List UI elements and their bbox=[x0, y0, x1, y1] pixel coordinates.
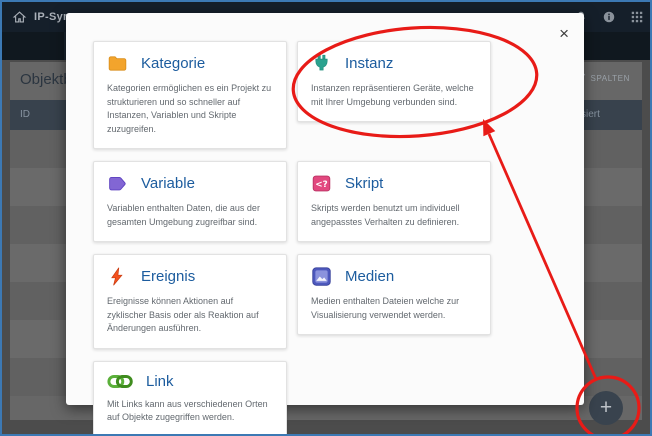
card-kategorie[interactable]: Kategorie Kategorien ermöglichen es ein … bbox=[93, 41, 287, 149]
info-icon[interactable] bbox=[602, 10, 616, 24]
card-title: Medien bbox=[345, 268, 394, 285]
card-title: Kategorie bbox=[141, 55, 205, 72]
object-type-cards: Kategorie Kategorien ermöglichen es ein … bbox=[93, 41, 491, 436]
plug-icon bbox=[311, 53, 332, 74]
card-title: Variable bbox=[141, 175, 195, 192]
card-title: Skript bbox=[345, 175, 383, 192]
card-description: Mit Links kann aus verschiedenen Orten a… bbox=[107, 398, 273, 425]
header-actions bbox=[574, 2, 644, 32]
media-image-icon bbox=[311, 266, 332, 287]
card-description: Skripts werden benutzt um individuell an… bbox=[311, 202, 477, 229]
tag-icon bbox=[107, 173, 128, 194]
card-description: Ereignisse können Aktionen auf zyklische… bbox=[107, 295, 273, 336]
add-object-button[interactable]: + bbox=[589, 391, 623, 425]
create-object-dialog: × Kategorie Kategorien ermöglichen es ei… bbox=[66, 13, 584, 405]
card-title: Link bbox=[146, 373, 174, 390]
card-description: Instanzen repräsentieren Geräte, welche … bbox=[311, 82, 477, 109]
card-variable[interactable]: Variable Variablen enthalten Daten, die … bbox=[93, 161, 287, 242]
card-description: Variablen enthalten Daten, die aus der g… bbox=[107, 202, 273, 229]
card-description: Medien enthalten Dateien welche zur Visu… bbox=[311, 295, 477, 322]
card-title: Instanz bbox=[345, 55, 393, 72]
home-icon[interactable] bbox=[12, 10, 27, 25]
card-description: Kategorien ermöglichen es ein Projekt zu… bbox=[107, 82, 273, 136]
apps-grid-icon[interactable] bbox=[630, 10, 644, 24]
screenshot-frame: IP-Symcon OBJEKTBAUM Objekt bbox=[0, 0, 652, 436]
close-icon[interactable]: × bbox=[557, 23, 571, 44]
lightning-icon bbox=[107, 266, 128, 287]
svg-text:<?: <? bbox=[315, 180, 327, 190]
card-title: Ereignis bbox=[141, 268, 195, 285]
script-icon: <? bbox=[311, 173, 332, 194]
card-ereignis[interactable]: Ereignis Ereignisse können Aktionen auf … bbox=[93, 254, 287, 349]
chain-link-icon bbox=[107, 373, 133, 390]
columns-button-label: SPALTEN bbox=[591, 74, 630, 83]
card-instanz[interactable]: Instanz Instanzen repräsentieren Geräte,… bbox=[297, 41, 491, 122]
folder-icon bbox=[107, 53, 128, 74]
column-header-id: ID bbox=[20, 109, 30, 120]
card-medien[interactable]: Medien Medien enthalten Dateien welche z… bbox=[297, 254, 491, 335]
card-skript[interactable]: <? Skript Skripts werden benutzt um indi… bbox=[297, 161, 491, 242]
card-link[interactable]: Link Mit Links kann aus verschiedenen Or… bbox=[93, 361, 287, 436]
